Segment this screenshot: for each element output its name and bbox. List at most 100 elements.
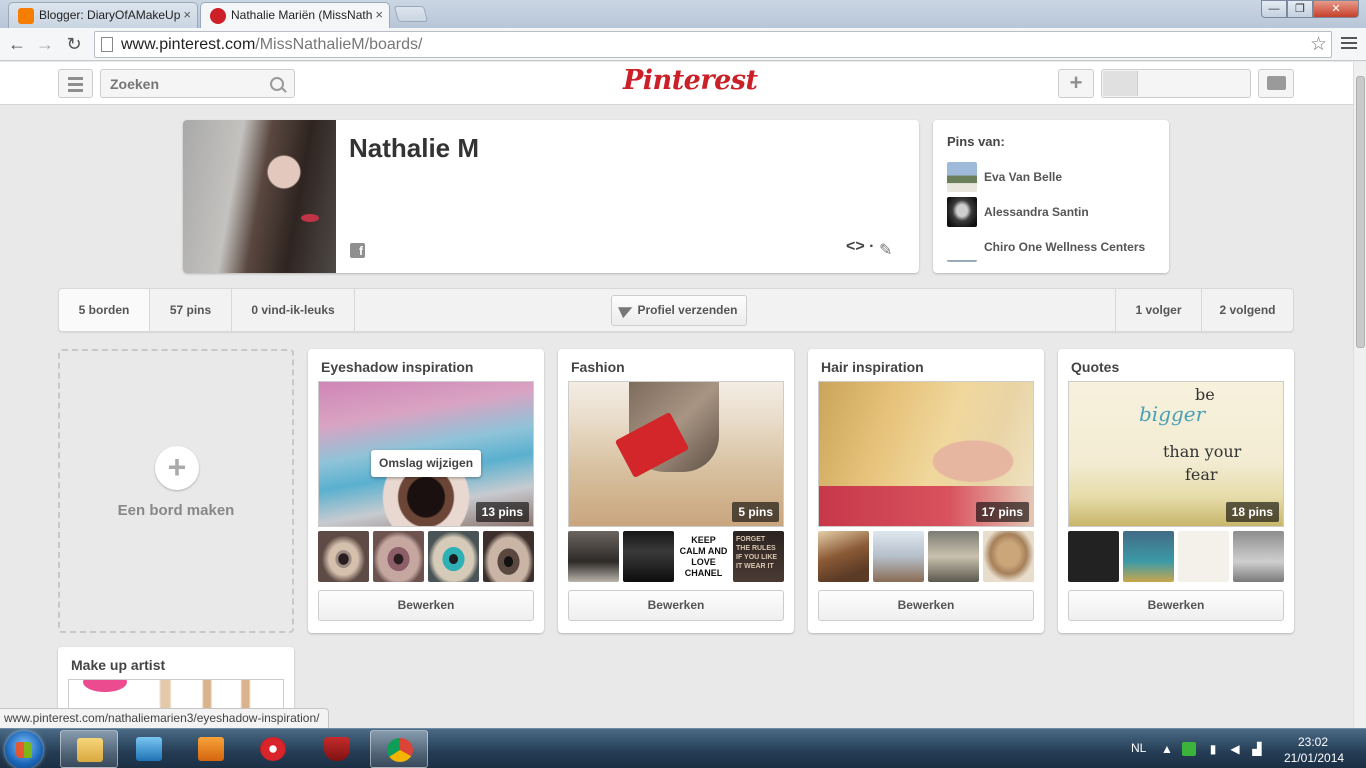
create-board-label: Een bord maken [117,502,235,519]
edit-pencil-icon[interactable]: ✎ [879,240,892,260]
send-profile-button[interactable]: Profiel verzenden [611,295,747,326]
page-icon [101,37,113,52]
board-cover[interactable]: Omslag wijzigen 13 pins [318,381,534,527]
board-thumbnails [1068,531,1284,582]
show-hidden-icons-icon[interactable]: ▲ [1160,742,1174,756]
folder-icon [77,738,103,762]
board-cover[interactable]: 5 pins [568,381,784,527]
volume-icon[interactable]: ◀ [1228,742,1242,756]
pins-from-card: Pins van: Eva Van Belle Alessandra Santi… [933,120,1169,273]
search-icon[interactable] [270,77,284,91]
board-title: Hair inspiration [821,359,924,375]
edit-board-button[interactable]: Bewerken [818,590,1034,621]
board-hair-inspiration[interactable]: Hair inspiration 17 pins Bewerken [808,349,1044,633]
board-eyeshadow-inspiration[interactable]: Eyeshadow inspiration Omslag wijzigen 13… [308,349,544,633]
new-tab-button[interactable] [393,6,429,22]
forward-button[interactable]: → [33,32,57,56]
battery-icon[interactable]: ▮ [1206,742,1220,756]
board-thumbnail [818,531,869,582]
taskbar-chrome[interactable] [370,730,428,768]
board-thumbnails [818,531,1034,582]
change-cover-button[interactable]: Omslag wijzigen [371,450,482,477]
tray-app-icon[interactable] [1182,742,1196,756]
disc-icon [260,737,286,761]
taskbar-office[interactable] [182,730,240,768]
browser-menu-icon[interactable] [1341,34,1357,52]
scroll-thumb[interactable] [1356,76,1365,348]
maximize-button[interactable]: ❐ [1287,0,1313,18]
embed-code-icon[interactable]: <> · [846,238,874,256]
taskbar-media-player[interactable] [120,730,178,768]
pinterest-logo[interactable]: Pinterest [623,65,758,96]
pins-from-title: Pins van: [947,134,1005,149]
board-thumbnail [1068,531,1119,582]
pin-count-badge: 18 pins [1225,502,1279,522]
facebook-icon[interactable]: f [350,243,365,258]
add-pin-button[interactable]: + [1058,69,1094,98]
office-icon [198,737,224,761]
tab-pinterest[interactable]: Nathalie Mariën (MissNath × [200,2,390,28]
windows-taskbar: NL ▲ ▮ ◀ ▟ 23:02 21/01/2014 [0,728,1366,768]
create-board-button[interactable]: + Een bord maken [58,349,294,633]
chrome-icon [387,738,413,762]
close-icon[interactable]: × [375,3,383,27]
board-thumbnails: KEEP CALM AND LOVE CHANEL FORGET THE RUL… [568,531,784,582]
page-scrollbar[interactable] [1353,62,1366,728]
board-cover[interactable]: be bigger than your fear 18 pins [1068,381,1284,527]
tab-boards[interactable]: 5 borden [59,289,150,331]
pins-from-name: Alessandra Santin [984,205,1089,219]
network-signal-icon[interactable]: ▟ [1250,742,1264,756]
tab-pins[interactable]: 57 pins [150,289,232,331]
board-thumbnail [483,531,534,582]
clock-date[interactable]: 21/01/2014 [1284,751,1344,765]
profile-stats-bar: 5 borden 57 pins 0 vind-ik-leuks Profiel… [58,288,1294,332]
address-bar[interactable]: www.pinterest.com/MissNathalieM/boards/ … [94,31,1332,58]
taskbar-explorer[interactable] [60,730,118,768]
back-button[interactable]: ← [5,32,29,56]
pins-from-item[interactable]: Chiro One Wellness Centers [947,232,1157,262]
edit-board-button[interactable]: Bewerken [1068,590,1284,621]
clock-time[interactable]: 23:02 [1298,735,1328,749]
board-thumbnail [928,531,979,582]
reload-button[interactable]: ↻ [62,32,86,56]
board-cover[interactable]: 17 pins [818,381,1034,527]
board-thumbnail [568,531,619,582]
browser-tab-strip: Blogger: DiaryOfAMakeUp × Nathalie Marië… [0,0,1366,28]
board-thumbnail [623,531,674,582]
board-thumbnail: FORGET THE RULES IF YOU LIKE IT WEAR IT [733,531,784,582]
search-input[interactable] [110,76,260,92]
tab-blogger[interactable]: Blogger: DiaryOfAMakeUp × [8,2,198,28]
tab-followers[interactable]: 1 volger [1115,289,1201,331]
system-tray: NL ▲ ▮ ◀ ▟ 23:02 21/01/2014 [1120,729,1366,768]
board-thumbnail: KEEP CALM AND LOVE CHANEL [678,531,729,582]
status-bar-url: www.pinterest.com/nathaliemarien3/eyesha… [0,708,329,728]
bookmark-star-icon[interactable]: ☆ [1310,33,1327,56]
menu-button[interactable] [58,69,93,98]
notifications-button[interactable] [1258,69,1294,98]
send-profile-label: Profiel verzenden [637,303,738,317]
blogger-icon [18,8,34,24]
tab-following[interactable]: 2 volgend [1201,289,1293,331]
pin-count-badge: 13 pins [475,502,529,522]
close-icon[interactable]: × [183,3,191,27]
start-button[interactable] [5,731,43,768]
taskbar-mcafee[interactable] [308,730,366,768]
avatar [947,197,977,227]
board-quotes[interactable]: Quotes be bigger than your fear 18 pins … [1058,349,1294,633]
taskbar-app[interactable] [244,730,302,768]
chiro-one-logo [947,232,977,262]
board-title: Eyeshadow inspiration [321,359,474,375]
minimize-button[interactable]: — [1261,0,1287,18]
language-indicator[interactable]: NL [1131,741,1146,755]
search-box [100,69,295,98]
pins-from-item[interactable]: Alessandra Santin [947,197,1157,227]
board-fashion[interactable]: Fashion 5 pins KEEP CALM AND LOVE CHANEL… [558,349,794,633]
board-thumbnail [1233,531,1284,582]
user-menu-button[interactable] [1101,69,1251,98]
edit-board-button[interactable]: Bewerken [568,590,784,621]
pins-from-item[interactable]: Eva Van Belle [947,162,1157,192]
window-close-button[interactable]: ✕ [1313,0,1359,18]
edit-board-button[interactable]: Bewerken [318,590,534,621]
tab-likes[interactable]: 0 vind-ik-leuks [232,289,355,331]
mcafee-shield-icon [324,737,350,761]
